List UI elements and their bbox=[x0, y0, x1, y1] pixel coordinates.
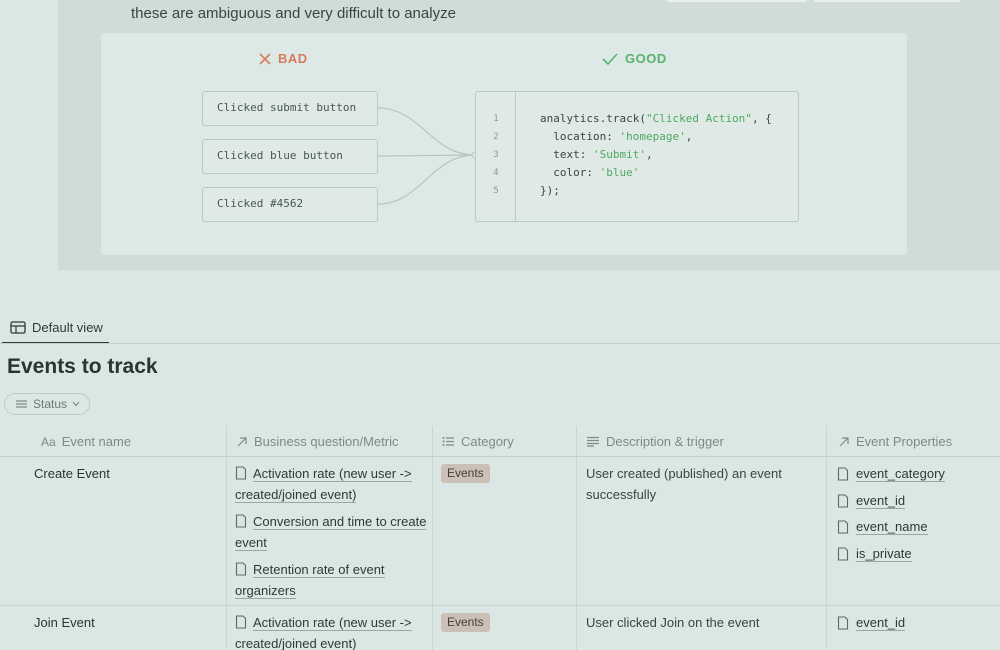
document-icon bbox=[235, 562, 247, 576]
toolbar-pill bbox=[814, 0, 960, 2]
column-label: Event name bbox=[61, 434, 132, 449]
code-line: }); bbox=[540, 184, 560, 197]
chevron-down-icon bbox=[72, 401, 80, 407]
metric-label: Activation rate (new user -> created/joi… bbox=[235, 466, 412, 503]
property-label: event_id bbox=[856, 615, 906, 631]
metric-label: Activation rate (new user -> created/joi… bbox=[235, 615, 412, 650]
property-link[interactable]: event_id bbox=[837, 493, 906, 509]
property-label: event_name bbox=[856, 519, 928, 535]
bad-label: BAD bbox=[278, 51, 308, 66]
property-label: is_private bbox=[856, 546, 912, 562]
code-line: text: 'Submit', bbox=[540, 148, 653, 161]
code-key: text: bbox=[540, 148, 593, 161]
column-label: Business question/Metric bbox=[254, 434, 399, 449]
metric-label: Retention rate of event organizers bbox=[235, 562, 385, 599]
event-naming-illustration: BAD GOOD Clicked submit button Clicked b… bbox=[101, 33, 907, 255]
check-icon bbox=[602, 52, 618, 65]
code-punct: , { bbox=[751, 112, 772, 125]
column-divider bbox=[226, 426, 227, 650]
document-icon bbox=[837, 520, 849, 534]
tab-label: Default view bbox=[32, 319, 103, 335]
relation-arrow-icon bbox=[839, 436, 849, 446]
filter-label: Status bbox=[33, 397, 68, 411]
bad-example-box: Clicked submit button bbox=[202, 91, 378, 126]
event-name-cell[interactable]: Create Event bbox=[34, 466, 110, 481]
code-line: color: 'blue' bbox=[540, 166, 639, 179]
good-code-block: 1 2 3 4 5 analytics.track("Clicked Actio… bbox=[475, 91, 799, 222]
text-type-icon: Aa bbox=[41, 434, 56, 449]
database-title[interactable]: Events to track bbox=[7, 355, 158, 379]
metric-link[interactable]: Conversion and time to create event bbox=[235, 511, 427, 553]
document-icon bbox=[837, 467, 849, 481]
code-line: analytics.track("Clicked Action", { bbox=[540, 112, 772, 125]
category-tag[interactable]: Events bbox=[441, 464, 490, 483]
table-header: Aa Event name Business question/Metric C… bbox=[0, 426, 1000, 457]
property-label: event_id bbox=[856, 493, 906, 509]
column-divider bbox=[826, 426, 827, 650]
code-punct: , bbox=[685, 130, 693, 143]
list-icon bbox=[442, 437, 454, 446]
metric-link[interactable]: Activation rate (new user -> created/joi… bbox=[235, 463, 427, 505]
property-link[interactable]: event_name bbox=[837, 519, 928, 535]
column-label: Category bbox=[461, 434, 514, 449]
category-tag[interactable]: Events bbox=[441, 613, 490, 632]
good-label: GOOD bbox=[625, 51, 667, 66]
code-key: location: bbox=[540, 130, 620, 143]
document-icon bbox=[837, 616, 849, 630]
code-punct: , bbox=[645, 148, 653, 161]
document-icon bbox=[837, 494, 849, 508]
metric-label: Conversion and time to create event bbox=[235, 514, 427, 551]
relation-arrow-icon bbox=[237, 436, 247, 446]
column-header-description[interactable]: Description & trigger bbox=[586, 426, 724, 457]
metric-link[interactable]: Retention rate of event organizers bbox=[235, 559, 427, 601]
code-string: 'homepage' bbox=[619, 130, 686, 143]
code-string: 'blue' bbox=[599, 166, 640, 179]
document-icon bbox=[235, 615, 247, 629]
property-link[interactable]: event_category bbox=[837, 466, 945, 482]
bad-example-box: Clicked #4562 bbox=[202, 187, 378, 222]
bad-example-box: Clicked blue button bbox=[202, 139, 378, 174]
property-label: event_category bbox=[856, 466, 945, 482]
text-lines-icon bbox=[587, 436, 599, 447]
line-number: 3 bbox=[493, 150, 499, 160]
bad-heading: BAD bbox=[258, 51, 308, 66]
column-label: Event Properties bbox=[856, 434, 953, 449]
list-icon bbox=[16, 400, 27, 408]
line-number: 1 bbox=[493, 114, 499, 124]
row-divider bbox=[0, 605, 1000, 606]
toolbar-pill bbox=[667, 0, 807, 2]
property-link[interactable]: is_private bbox=[837, 546, 912, 562]
code-line: location: 'homepage', bbox=[540, 130, 692, 143]
description-cell[interactable]: User clicked Join on the event bbox=[586, 612, 816, 633]
line-number: 2 bbox=[493, 132, 499, 142]
metric-link[interactable]: Activation rate (new user -> created/joi… bbox=[235, 612, 427, 650]
code-string: 'Submit' bbox=[592, 148, 646, 161]
column-divider bbox=[576, 426, 577, 650]
cross-icon bbox=[259, 52, 271, 65]
column-header-event-properties[interactable]: Event Properties bbox=[838, 426, 952, 457]
code-key: color: bbox=[540, 166, 600, 179]
code-string: "Clicked Action" bbox=[645, 112, 752, 125]
column-label: Description & trigger bbox=[606, 434, 724, 449]
property-link[interactable]: event_id bbox=[837, 615, 906, 631]
line-number: 4 bbox=[493, 168, 499, 178]
document-icon bbox=[235, 466, 247, 480]
document-icon bbox=[235, 514, 247, 528]
column-header-category[interactable]: Category bbox=[442, 426, 514, 457]
status-filter-chip[interactable]: Status bbox=[4, 393, 91, 415]
table-view-icon bbox=[10, 320, 26, 334]
tab-default-view[interactable]: Default view bbox=[2, 312, 109, 344]
line-number-gutter: 1 2 3 4 5 bbox=[476, 92, 516, 221]
document-icon bbox=[837, 547, 849, 561]
column-divider bbox=[432, 426, 433, 650]
good-heading: GOOD bbox=[601, 51, 667, 66]
divider bbox=[0, 343, 1000, 344]
callout-text: these are ambiguous and very difficult t… bbox=[131, 5, 456, 22]
line-number: 5 bbox=[493, 186, 499, 196]
column-header-business-question[interactable]: Business question/Metric bbox=[236, 426, 399, 457]
code-fn: analytics.track( bbox=[540, 112, 646, 125]
event-name-cell[interactable]: Join Event bbox=[34, 615, 95, 630]
description-cell[interactable]: User created (published) an event succes… bbox=[586, 463, 816, 505]
column-header-event-name[interactable]: Aa Event name bbox=[41, 426, 131, 457]
